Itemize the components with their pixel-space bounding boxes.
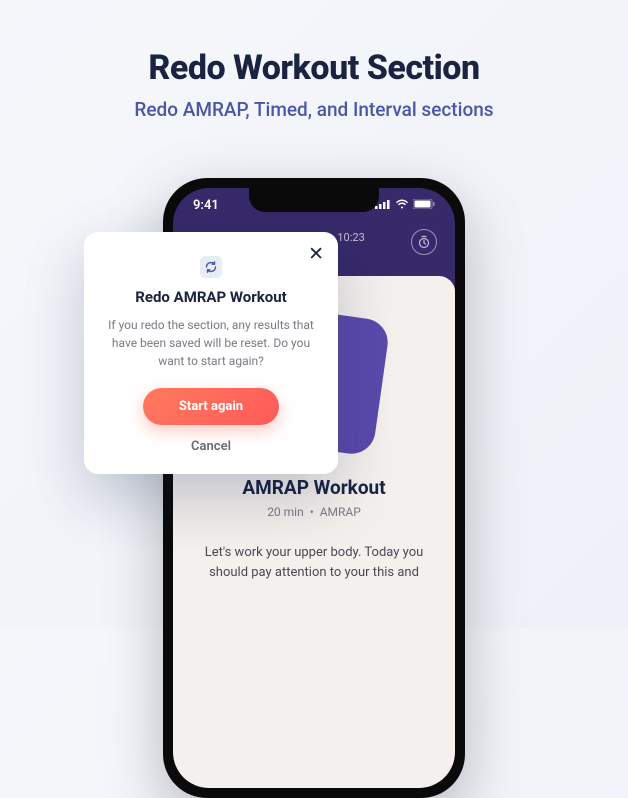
- workout-meta: 20 min • AMRAP: [195, 505, 433, 519]
- start-again-button[interactable]: Start again: [143, 388, 279, 425]
- phone-notch: [249, 188, 379, 212]
- redo-icon: [200, 256, 222, 278]
- timer-button[interactable]: [411, 229, 437, 255]
- workout-type: AMRAP: [320, 505, 361, 519]
- hero-section: Redo Workout Section Redo AMRAP, Timed, …: [0, 0, 628, 121]
- meta-separator: •: [310, 505, 314, 519]
- header-time: 10:23: [337, 231, 364, 244]
- modal-body: If you redo the section, any results tha…: [104, 316, 318, 370]
- status-icons: [375, 198, 435, 213]
- battery-icon: [413, 198, 435, 213]
- modal-title: Redo AMRAP Workout: [104, 288, 318, 306]
- status-time: 9:41: [193, 198, 219, 213]
- workout-description: Let's work your upper body. Today you sh…: [195, 543, 433, 582]
- redo-modal: ✕ Redo AMRAP Workout If you redo the sec…: [84, 232, 338, 474]
- hero-subtitle: Redo AMRAP, Timed, and Interval sections: [0, 98, 628, 121]
- close-icon[interactable]: ✕: [308, 244, 324, 263]
- cancel-button[interactable]: Cancel: [104, 439, 318, 454]
- wifi-icon: [395, 198, 409, 213]
- hero-title: Redo Workout Section: [0, 48, 628, 88]
- workout-duration: 20 min: [267, 505, 304, 519]
- workout-title: AMRAP Workout: [195, 476, 433, 499]
